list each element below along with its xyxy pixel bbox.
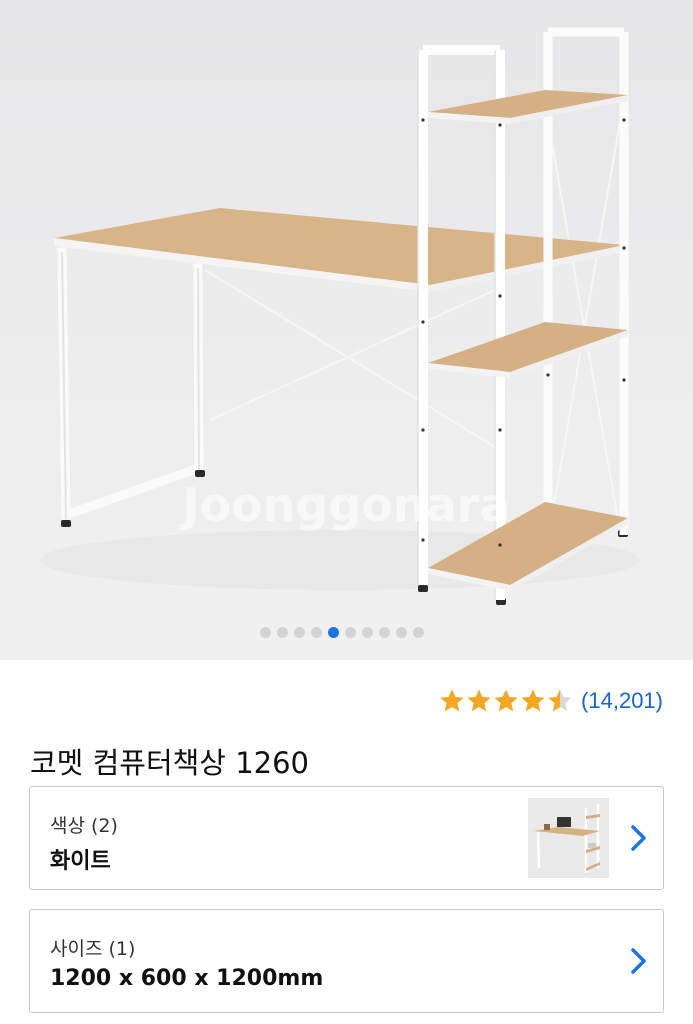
size-option-selector[interactable]: 사이즈 (1) 1200 x 600 x 1200mm [29,909,664,1013]
carousel-dot[interactable] [294,627,305,638]
carousel-dot[interactable] [379,627,390,638]
carousel-dot[interactable] [260,627,271,638]
carousel-dot[interactable] [362,627,373,638]
carousel-dot[interactable] [328,627,339,638]
review-count-link[interactable]: (14,201) [581,688,663,714]
chevron-right-icon[interactable] [629,823,649,853]
size-option-value: 1200 x 600 x 1200mm [50,966,324,991]
product-photo [40,27,640,605]
color-option-value: 화이트 [50,849,111,874]
size-option-label: 사이즈 (1) [50,938,136,960]
rating-summary[interactable]: (14,201) [439,688,663,714]
star-icon [467,689,491,712]
product-image-carousel[interactable]: Joonggonara [0,0,693,660]
star-icon [521,689,545,712]
carousel-dot[interactable] [396,627,407,638]
carousel-dot[interactable] [345,627,356,638]
rating-stars [439,688,573,714]
carousel-dot[interactable] [277,627,288,638]
star-icon [548,689,572,712]
color-option-label: 색상 (2) [50,815,118,837]
product-title: 코멧 컴퓨터책상 1260 [30,746,309,780]
color-option-selector[interactable]: 색상 (2) 화이트 [29,786,664,890]
carousel-indicator [260,627,424,638]
color-thumbnail [528,798,609,878]
carousel-dot[interactable] [311,627,322,638]
watermark-text: Joonggonara [182,478,511,532]
star-icon [494,689,518,712]
carousel-dot[interactable] [413,627,424,638]
star-icon [440,689,464,712]
chevron-right-icon[interactable] [629,946,649,976]
